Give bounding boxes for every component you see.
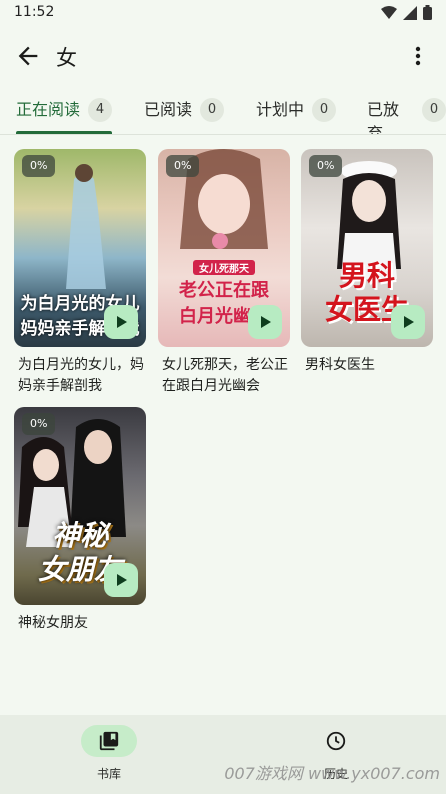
app-bar: 女 xyxy=(0,30,446,82)
book-card[interactable]: 0% 神秘 女朋友 神秘女朋友 xyxy=(14,407,146,634)
page-title: 女 xyxy=(56,46,77,70)
play-icon xyxy=(117,316,127,328)
book-card[interactable]: 0% 女儿死那天 老公正在跟 白月光幽会 女儿死那天，老公正在跟白月光幽会 xyxy=(158,149,290,397)
tab-reading[interactable]: 正在阅读 4 xyxy=(16,92,113,134)
history-icon xyxy=(326,731,346,751)
play-button[interactable] xyxy=(391,305,425,339)
nav-item-library[interactable]: 书库 xyxy=(54,725,164,782)
progress-badge: 0% xyxy=(309,155,343,177)
tab-label: 正在阅读 xyxy=(16,100,81,119)
signal-icon xyxy=(403,5,417,20)
book-title: 为白月光的女儿，妈妈亲手解剖我 xyxy=(18,357,144,394)
play-button[interactable] xyxy=(104,563,138,597)
tab-count-badge: 0 xyxy=(312,98,337,122)
book-cover[interactable]: 0% 男科 女医生 xyxy=(301,149,433,347)
book-title: 神秘女朋友 xyxy=(18,615,88,631)
wifi-icon xyxy=(381,5,397,19)
book-title: 男科女医生 xyxy=(305,357,375,373)
tab-read[interactable]: 已阅读 0 xyxy=(144,92,225,134)
cover-title-line: 女儿死那天 xyxy=(193,260,255,275)
nav-active-pill xyxy=(81,725,137,757)
play-icon xyxy=(404,316,414,328)
status-time: 11:52 xyxy=(14,4,55,20)
play-icon xyxy=(117,574,127,586)
tab-label: 已放弃 xyxy=(367,100,400,135)
play-button[interactable] xyxy=(248,305,282,339)
play-icon xyxy=(261,316,271,328)
tab-count-badge: 0 xyxy=(200,98,225,122)
watermark-text: 007游戏网 www.yx007.com xyxy=(224,764,440,783)
book-cover[interactable]: 0% 为白月光的女儿 妈妈亲手解剖我 xyxy=(14,149,146,347)
tab-count-badge: 0 xyxy=(422,98,446,122)
nav-pill xyxy=(308,725,364,757)
book-cover[interactable]: 0% 神秘 女朋友 xyxy=(14,407,146,605)
tab-label: 已阅读 xyxy=(144,100,193,119)
cover-title-line: 神秘 xyxy=(51,519,108,552)
status-bar: 11:52 xyxy=(0,0,446,26)
battery-icon xyxy=(423,5,432,20)
book-card[interactable]: 0% 男科 女医生 男科女医生 xyxy=(301,149,433,376)
cover-title-line: 老公正在跟 xyxy=(179,280,269,301)
play-button[interactable] xyxy=(104,305,138,339)
library-icon xyxy=(99,731,119,751)
tab-planned[interactable]: 计划中 0 xyxy=(256,92,337,134)
tab-count-badge: 4 xyxy=(88,98,113,122)
progress-badge: 0% xyxy=(166,155,200,177)
book-card[interactable]: 0% 为白月光的女儿 妈妈亲手解剖我 为白月光的女儿，妈妈亲手解剖我 xyxy=(14,149,146,397)
progress-badge: 0% xyxy=(22,155,56,177)
status-icons xyxy=(381,5,432,20)
back-arrow-icon[interactable] xyxy=(14,42,42,70)
tab-abandoned[interactable]: 已放弃 0 xyxy=(367,92,446,134)
tab-bar: 正在阅读 4 已阅读 0 计划中 0 已放弃 0 xyxy=(0,92,446,135)
tab-label: 计划中 xyxy=(256,100,305,119)
nav-label: 书库 xyxy=(96,767,121,781)
book-cover[interactable]: 0% 女儿死那天 老公正在跟 白月光幽会 xyxy=(158,149,290,347)
tab-indicator xyxy=(16,131,113,134)
cover-title-line: 男科 xyxy=(338,259,395,292)
progress-badge: 0% xyxy=(22,413,56,435)
more-vert-icon[interactable] xyxy=(406,42,430,70)
book-title: 女儿死那天，老公正在跟白月光幽会 xyxy=(162,357,288,394)
